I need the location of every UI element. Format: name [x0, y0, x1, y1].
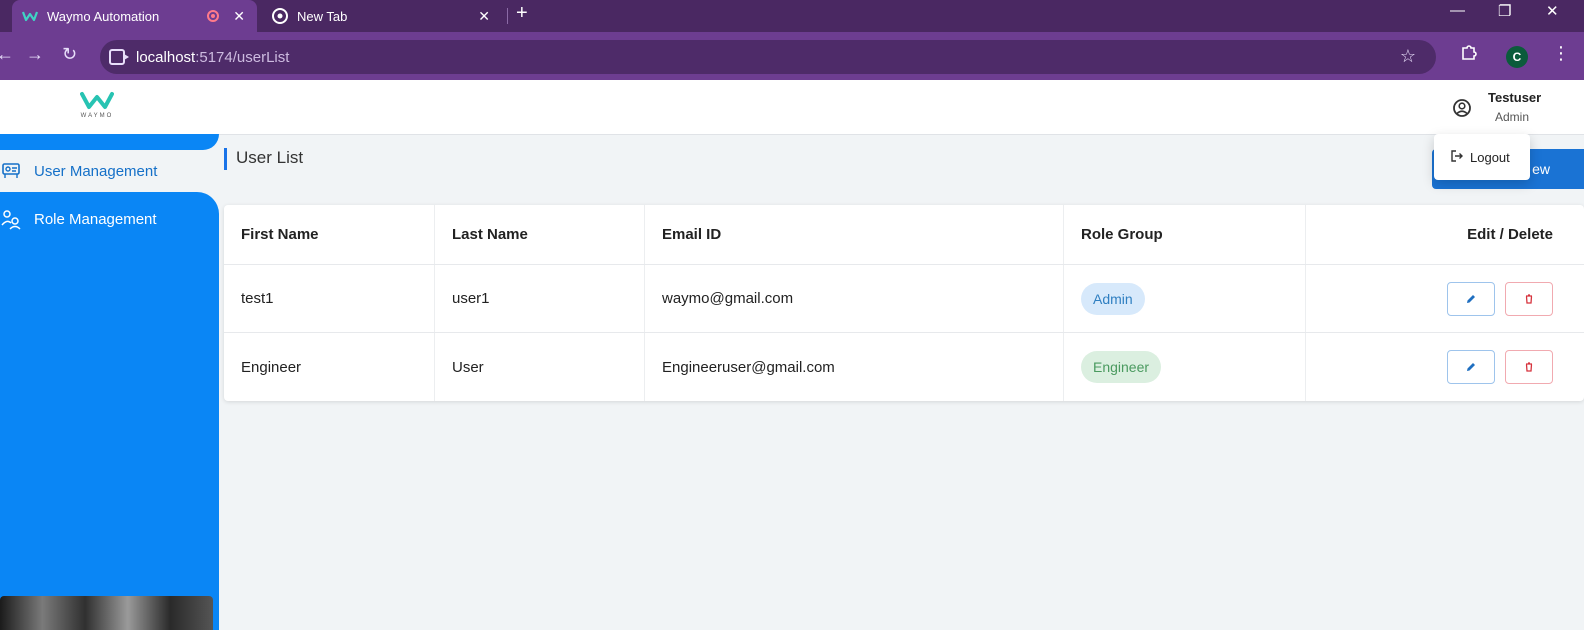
last-name-cell: user1: [435, 265, 645, 332]
column-header: First Name: [224, 205, 435, 264]
role-badge: Engineer: [1081, 351, 1162, 383]
close-tab-icon[interactable]: ✕: [233, 8, 245, 25]
email-cell: waymo@gmail.com: [645, 265, 1064, 332]
first-name-cell: test1: [224, 265, 435, 332]
url-path: :5174/userList: [195, 49, 290, 66]
edit-button[interactable]: [1447, 350, 1495, 384]
browser-menu-icon[interactable]: ⋮: [1552, 43, 1570, 64]
column-header: Email ID: [645, 205, 1064, 264]
sidebar-image: [0, 596, 213, 630]
video-camera-icon[interactable]: [109, 49, 129, 65]
sidebar-item-label: User Management: [34, 162, 158, 180]
first-name-cell: Engineer: [224, 333, 435, 401]
tab-new-tab[interactable]: New Tab ✕: [262, 0, 502, 32]
url-text[interactable]: localhost:5174/userList: [136, 49, 289, 66]
address-bar[interactable]: localhost:5174/userList ☆: [100, 40, 1436, 74]
user-table: First Name Last Name Email ID Role Group…: [224, 205, 1584, 401]
user-dropdown-menu: Logout: [1434, 134, 1530, 180]
close-tab-icon[interactable]: ✕: [478, 8, 490, 25]
tab-title: Waymo Automation: [47, 8, 160, 24]
trash-icon: [1525, 293, 1533, 304]
new-tab-plus-icon[interactable]: +: [516, 2, 528, 25]
logout-menu-item[interactable]: Logout: [1470, 150, 1510, 165]
logout-icon: [1450, 149, 1464, 166]
app-header: WAYMO: [0, 80, 1584, 135]
minimize-icon[interactable]: —: [1450, 2, 1465, 19]
url-host: localhost: [136, 49, 196, 66]
restore-icon[interactable]: ❐: [1498, 2, 1511, 20]
table-row: test1 user1 waymo@gmail.com Admin: [224, 265, 1584, 333]
close-window-icon[interactable]: ✕: [1546, 2, 1559, 20]
browser-tab-bar: Waymo Automation ✕ New Tab ✕ + — ❐ ✕: [0, 0, 1584, 32]
actions-cell: [1306, 333, 1584, 401]
role-cell: Admin: [1064, 265, 1306, 332]
tab-title: New Tab: [297, 8, 348, 24]
sidebar: [0, 192, 219, 630]
role-management-icon: [0, 208, 22, 230]
tab-divider: [507, 8, 508, 24]
table-row: Engineer User Engineeruser@gmail.com Eng…: [224, 333, 1584, 401]
sidebar-item-role-management[interactable]: Role Management: [0, 208, 157, 230]
column-header: Last Name: [435, 205, 645, 264]
sidebar-top-cap: [0, 134, 219, 150]
user-management-icon: [0, 160, 22, 182]
reload-icon[interactable]: ↻: [62, 44, 77, 65]
actions-cell: [1306, 265, 1584, 332]
waymo-logo[interactable]: WAYMO: [78, 90, 116, 119]
trash-icon: [1525, 362, 1533, 372]
delete-button[interactable]: [1505, 281, 1553, 316]
table-header-row: First Name Last Name Email ID Role Group…: [224, 205, 1584, 265]
edit-button[interactable]: [1447, 281, 1495, 316]
user-role: Admin: [1495, 110, 1530, 124]
pencil-icon: [1467, 294, 1475, 303]
page-title: User List: [224, 148, 303, 170]
role-badge: Admin: [1081, 282, 1145, 315]
tab-waymo-automation[interactable]: Waymo Automation ✕: [12, 0, 257, 32]
recording-icon: [207, 10, 220, 22]
extensions-icon[interactable]: [1460, 43, 1478, 66]
role-cell: Engineer: [1064, 333, 1306, 401]
waymo-favicon-icon: [21, 8, 39, 24]
waymo-logo-mark-icon: [80, 92, 114, 109]
delete-button[interactable]: [1505, 350, 1553, 384]
pencil-icon: [1467, 363, 1475, 371]
bookmark-star-icon[interactable]: ☆: [1400, 46, 1416, 67]
column-header: Role Group: [1064, 205, 1306, 264]
browser-toolbar: ← → ↻ localhost:5174/userList ☆ C ⋮: [0, 32, 1584, 80]
profile-avatar[interactable]: C: [1506, 46, 1528, 68]
email-cell: Engineeruser@gmail.com: [645, 333, 1064, 401]
sidebar-item-user-management[interactable]: User Management: [0, 160, 157, 182]
chrome-icon: [272, 8, 288, 24]
user-name[interactable]: Testuser: [1488, 90, 1541, 105]
column-header: Edit / Delete: [1467, 226, 1553, 243]
last-name-cell: User: [435, 333, 645, 401]
forward-icon[interactable]: →: [26, 44, 44, 65]
user-account-icon[interactable]: [1452, 98, 1472, 123]
back-icon[interactable]: ←: [0, 44, 14, 65]
logo-wordmark: WAYMO: [80, 113, 114, 119]
sidebar-item-label: Role Management: [34, 210, 157, 228]
